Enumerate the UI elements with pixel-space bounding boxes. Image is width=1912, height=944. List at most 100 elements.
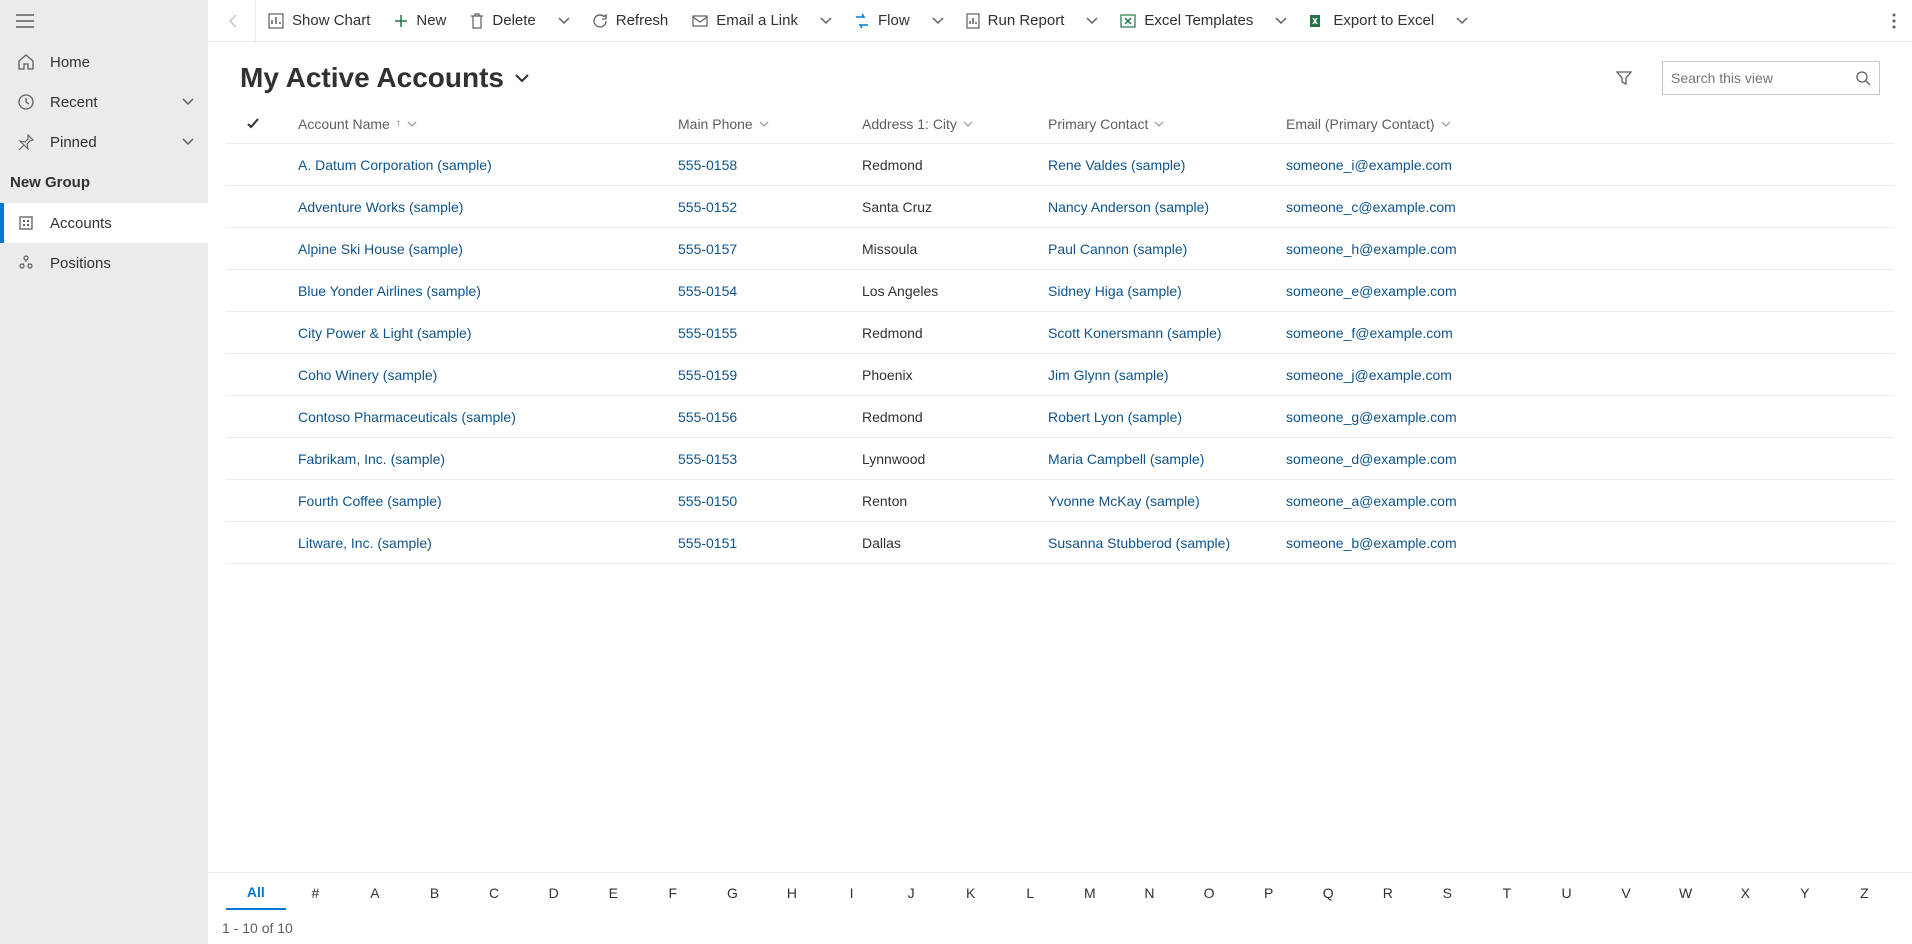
account-name-link[interactable]: City Power & Light (sample) xyxy=(298,325,472,341)
alpha-filter[interactable]: E xyxy=(583,877,643,909)
account-name-link[interactable]: Alpine Ski House (sample) xyxy=(298,241,463,257)
phone-link[interactable]: 555-0153 xyxy=(678,451,737,467)
email-link[interactable]: someone_e@example.com xyxy=(1286,283,1457,299)
refresh-button[interactable]: Refresh xyxy=(580,0,681,42)
phone-link[interactable]: 555-0151 xyxy=(678,535,737,551)
contact-link[interactable]: Yvonne McKay (sample) xyxy=(1048,493,1200,509)
excel-templates-button[interactable]: Excel Templates xyxy=(1108,0,1265,42)
contact-link[interactable]: Sidney Higa (sample) xyxy=(1048,283,1182,299)
alpha-filter[interactable]: J xyxy=(881,877,941,909)
account-name-link[interactable]: Coho Winery (sample) xyxy=(298,367,437,383)
email-link[interactable]: someone_a@example.com xyxy=(1286,493,1457,509)
alpha-filter[interactable]: O xyxy=(1179,877,1239,909)
email-link[interactable]: someone_i@example.com xyxy=(1286,157,1452,173)
col-header-email[interactable]: Email (Primary Contact) xyxy=(1286,116,1894,132)
nav-positions[interactable]: Positions xyxy=(0,243,208,283)
back-button[interactable] xyxy=(212,0,256,42)
alpha-filter[interactable]: X xyxy=(1715,877,1775,909)
table-row[interactable]: Fabrikam, Inc. (sample)555-0153LynnwoodM… xyxy=(226,438,1894,480)
phone-link[interactable]: 555-0154 xyxy=(678,283,737,299)
alpha-filter[interactable]: P xyxy=(1239,877,1299,909)
alpha-filter[interactable]: N xyxy=(1120,877,1180,909)
export-excel-split-chevron[interactable] xyxy=(1446,0,1478,42)
table-row[interactable]: Alpine Ski House (sample)555-0157Missoul… xyxy=(226,228,1894,270)
table-row[interactable]: Contoso Pharmaceuticals (sample) 555-0156… xyxy=(226,396,1894,438)
alpha-filter[interactable]: # xyxy=(286,877,346,909)
email-link-split-chevron[interactable] xyxy=(810,0,842,42)
account-name-link[interactable]: Litware, Inc. (sample) xyxy=(298,535,432,551)
run-report-button[interactable]: Run Report xyxy=(954,0,1077,42)
flow-button[interactable]: Flow xyxy=(842,0,922,42)
contact-link[interactable]: Rene Valdes (sample) xyxy=(1048,157,1185,173)
export-excel-button[interactable]: Export to Excel xyxy=(1297,0,1446,42)
table-row[interactable]: Fourth Coffee (sample)555-0150RentonYvon… xyxy=(226,480,1894,522)
email-link[interactable]: someone_g@example.com xyxy=(1286,409,1457,425)
excel-templates-split-chevron[interactable] xyxy=(1265,0,1297,42)
alpha-filter[interactable]: W xyxy=(1656,877,1716,909)
filter-button[interactable] xyxy=(1606,60,1642,96)
table-row[interactable]: City Power & Light (sample)555-0155Redmo… xyxy=(226,312,1894,354)
alpha-filter[interactable]: M xyxy=(1060,877,1120,909)
new-button[interactable]: New xyxy=(382,0,458,42)
phone-link[interactable]: 555-0157 xyxy=(678,241,737,257)
alpha-filter[interactable]: F xyxy=(643,877,703,909)
phone-link[interactable]: 555-0152 xyxy=(678,199,737,215)
phone-link[interactable]: 555-0156 xyxy=(678,409,737,425)
account-name-link[interactable]: Fabrikam, Inc. (sample) xyxy=(298,451,445,467)
search-box[interactable] xyxy=(1662,61,1880,95)
alpha-filter[interactable]: G xyxy=(703,877,763,909)
alpha-filter[interactable]: S xyxy=(1418,877,1478,909)
contact-link[interactable]: Scott Konersmann (sample) xyxy=(1048,325,1222,341)
alpha-filter[interactable]: I xyxy=(822,877,882,909)
contact-link[interactable]: Paul Cannon (sample) xyxy=(1048,241,1187,257)
alpha-filter[interactable]: K xyxy=(941,877,1001,909)
alpha-filter[interactable]: L xyxy=(1001,877,1061,909)
alpha-filter[interactable]: R xyxy=(1358,877,1418,909)
email-link[interactable]: someone_h@example.com xyxy=(1286,241,1457,257)
table-row[interactable]: Coho Winery (sample)555-0159PhoenixJim G… xyxy=(226,354,1894,396)
alpha-filter[interactable]: V xyxy=(1596,877,1656,909)
alpha-filter[interactable]: Q xyxy=(1298,877,1358,909)
nav-recent[interactable]: Recent xyxy=(0,82,208,122)
phone-link[interactable]: 555-0159 xyxy=(678,367,737,383)
alpha-filter[interactable]: C xyxy=(464,877,524,909)
view-selector[interactable]: My Active Accounts xyxy=(240,62,530,94)
table-row[interactable]: Adventure Works (sample)555-0152Santa Cr… xyxy=(226,186,1894,228)
hamburger-button[interactable] xyxy=(0,0,208,42)
select-all-checkbox[interactable] xyxy=(226,117,280,131)
alpha-filter[interactable]: All xyxy=(226,876,286,910)
account-name-link[interactable]: Blue Yonder Airlines (sample) xyxy=(298,283,481,299)
col-header-primary-contact[interactable]: Primary Contact xyxy=(1048,116,1286,132)
alpha-filter[interactable]: Y xyxy=(1775,877,1835,909)
email-link[interactable]: someone_c@example.com xyxy=(1286,199,1456,215)
phone-link[interactable]: 555-0158 xyxy=(678,157,737,173)
col-header-account-name[interactable]: Account Name ↑ xyxy=(280,116,678,132)
email-link[interactable]: someone_d@example.com xyxy=(1286,451,1457,467)
email-link[interactable]: someone_b@example.com xyxy=(1286,535,1457,551)
contact-link[interactable]: Maria Campbell (sample) xyxy=(1048,451,1204,467)
alpha-filter[interactable]: Z xyxy=(1835,877,1895,909)
col-header-city[interactable]: Address 1: City xyxy=(862,116,1048,132)
flow-split-chevron[interactable] xyxy=(922,0,954,42)
contact-link[interactable]: Nancy Anderson (sample) xyxy=(1048,199,1209,215)
phone-link[interactable]: 555-0150 xyxy=(678,493,737,509)
account-name-link[interactable]: Adventure Works (sample) xyxy=(298,199,463,215)
alpha-filter[interactable]: B xyxy=(405,877,465,909)
table-row[interactable]: Blue Yonder Airlines (sample)555-0154Los… xyxy=(226,270,1894,312)
account-name-link[interactable]: A. Datum Corporation (sample) xyxy=(298,157,492,173)
search-input[interactable] xyxy=(1671,70,1855,86)
phone-link[interactable]: 555-0155 xyxy=(678,325,737,341)
overflow-button[interactable] xyxy=(1880,0,1908,42)
nav-pinned[interactable]: Pinned xyxy=(0,122,208,162)
email-link-button[interactable]: Email a Link xyxy=(680,0,810,42)
table-row[interactable]: A. Datum Corporation (sample)555-0158Red… xyxy=(226,144,1894,186)
delete-split-chevron[interactable] xyxy=(548,0,580,42)
account-name-link[interactable]: Contoso Pharmaceuticals (sample) xyxy=(298,409,516,425)
account-name-link[interactable]: Fourth Coffee (sample) xyxy=(298,493,442,509)
alpha-filter[interactable]: A xyxy=(345,877,405,909)
email-link[interactable]: someone_j@example.com xyxy=(1286,367,1452,383)
alpha-filter[interactable]: T xyxy=(1477,877,1537,909)
delete-button[interactable]: Delete xyxy=(458,0,547,42)
nav-accounts[interactable]: Accounts xyxy=(0,203,208,243)
col-header-main-phone[interactable]: Main Phone xyxy=(678,116,862,132)
